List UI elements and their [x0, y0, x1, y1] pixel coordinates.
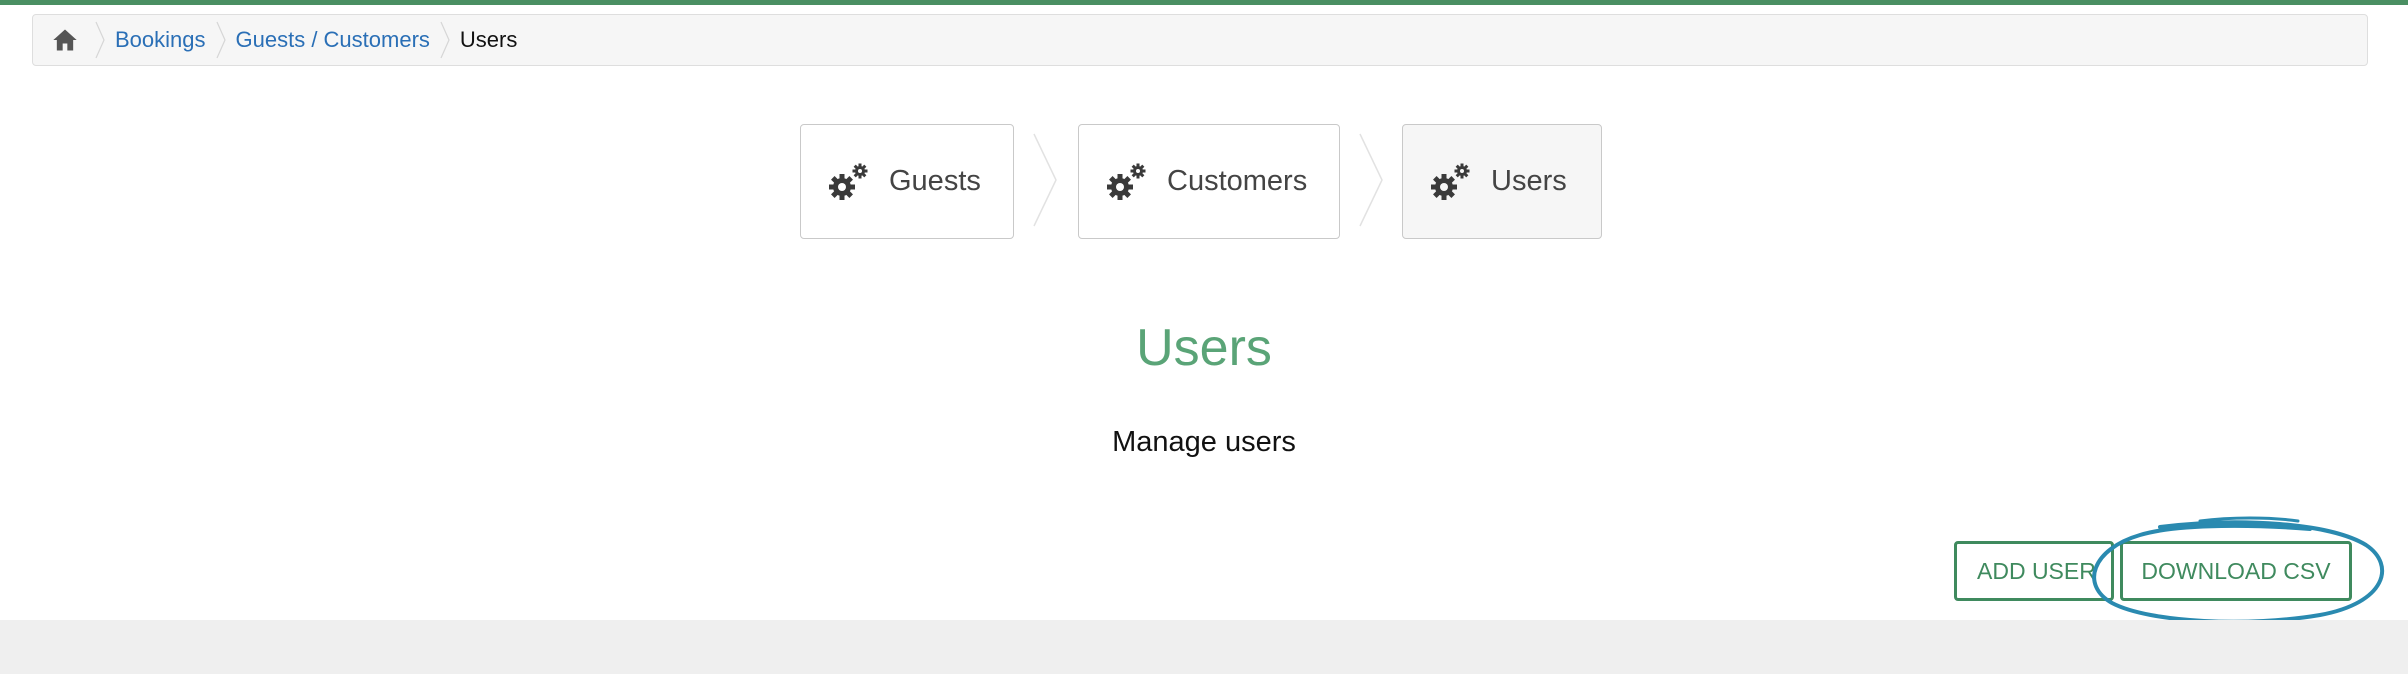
gears-icon [1431, 163, 1470, 200]
breadcrumb: Bookings Guests / Customers Users [32, 14, 2368, 66]
chevron-right-icon [1033, 133, 1057, 227]
chevron-right-icon [1359, 133, 1383, 227]
page-title: Users [1136, 319, 1272, 377]
step-label: Customers [1167, 165, 1308, 197]
gears-icon [1107, 163, 1146, 200]
step-customers[interactable]: Customers [1078, 124, 1340, 239]
step-users[interactable]: Users [1402, 124, 1602, 239]
breadcrumb-bookings[interactable]: Bookings [115, 27, 206, 53]
breadcrumb-separator [95, 21, 105, 59]
step-guests[interactable]: Guests [800, 124, 1014, 239]
top-accent-bar [0, 0, 2408, 5]
breadcrumb-current: Users [459, 27, 518, 52]
step-label: Guests [889, 165, 981, 197]
home-icon[interactable] [51, 26, 79, 54]
footer [0, 620, 2408, 674]
add-user-button[interactable]: ADD USER [1954, 541, 2114, 601]
breadcrumb-separator [440, 21, 450, 59]
download-csv-button[interactable]: DOWNLOAD CSV [2120, 541, 2352, 601]
gears-icon [829, 163, 868, 200]
page-subtitle: Manage users [1112, 426, 1296, 458]
breadcrumb-guests-customers[interactable]: Guests / Customers [236, 27, 430, 53]
breadcrumb-separator [215, 21, 226, 59]
step-label: Users [1491, 165, 1567, 197]
